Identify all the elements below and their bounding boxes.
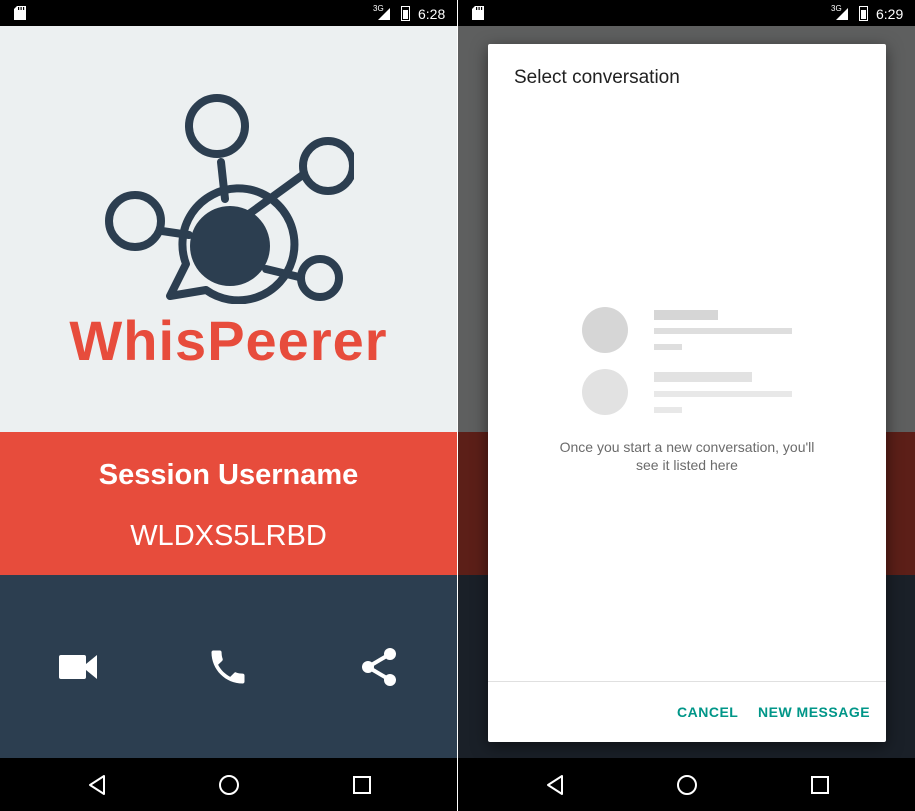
status-bar: 3G 6:28: [0, 0, 457, 26]
navigation-bar: [458, 758, 915, 811]
logo-area: WhisPeerer: [0, 26, 457, 432]
new-message-button[interactable]: NEW MESSAGE: [758, 704, 870, 720]
video-camera-icon: [59, 655, 97, 679]
empty-state-line1: Once you start a new conversation, you'l…: [559, 439, 815, 455]
dialog-title: Select conversation: [514, 67, 680, 88]
sd-card-icon: [472, 6, 484, 20]
sd-card-icon: [14, 6, 26, 20]
status-time: 6:29: [876, 6, 904, 22]
signal-icon: [836, 8, 848, 20]
select-conversation-dialog: Select conversation Once you start a new…: [488, 44, 886, 742]
status-time: 6:28: [418, 6, 446, 22]
voice-call-button[interactable]: [206, 645, 250, 689]
signal-icon: [378, 8, 390, 20]
recents-icon[interactable]: [806, 771, 834, 799]
empty-state-line2: see it listed here: [636, 457, 738, 473]
navigation-bar: [0, 758, 457, 811]
home-icon[interactable]: [673, 771, 701, 799]
whispeerer-logo-icon: [105, 94, 354, 304]
action-bar: [0, 575, 457, 758]
left-screen: 3G 6:28 WhisPeerer Session Username WLDX…: [0, 0, 457, 811]
session-label: Session Username: [98, 459, 359, 491]
back-icon[interactable]: [541, 771, 569, 799]
status-bar: 3G 6:29: [458, 0, 915, 26]
share-icon: [362, 648, 396, 686]
session-panel: Session Username WLDXS5LRBD: [0, 432, 457, 575]
session-username: WLDXS5LRBD: [130, 520, 327, 552]
battery-icon: [401, 6, 410, 21]
recents-icon[interactable]: [348, 771, 376, 799]
right-screen: 3G 6:29 Select conversation Once you sta…: [458, 0, 915, 811]
video-call-button[interactable]: [56, 645, 100, 689]
battery-icon: [859, 6, 868, 21]
share-button[interactable]: [357, 645, 401, 689]
dialog-divider: [488, 681, 886, 682]
empty-conversations-illustration: [582, 307, 792, 415]
empty-state-message: Once you start a new conversation, you'l…: [538, 438, 836, 474]
home-icon[interactable]: [215, 771, 243, 799]
brand-name: WhisPeerer: [69, 309, 388, 372]
phone-icon: [211, 650, 245, 684]
back-icon[interactable]: [83, 771, 111, 799]
cancel-button[interactable]: CANCEL: [677, 704, 738, 720]
